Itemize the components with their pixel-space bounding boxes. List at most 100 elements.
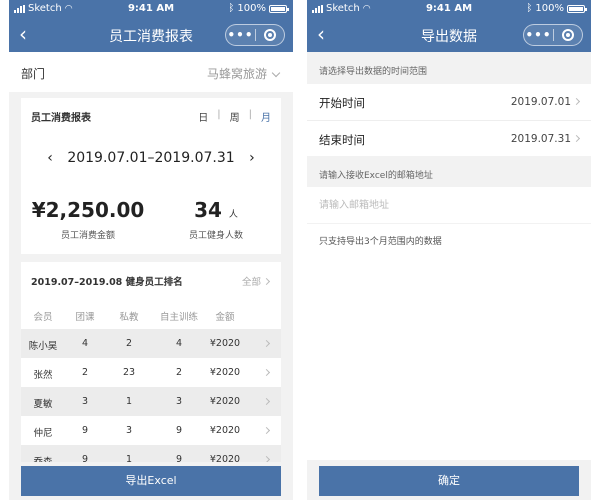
amount-cell: ¥2020 bbox=[209, 338, 241, 349]
close-capsule-button[interactable] bbox=[554, 29, 582, 41]
confirm-button[interactable]: 确定 bbox=[319, 466, 579, 496]
start-time-row[interactable]: 开始时间 2019.07.01 bbox=[307, 84, 591, 120]
export-screen: Sketch ◠ 9:41 AM ᛒ 100% ‹ 导出数据 ••• 请选择导出… bbox=[307, 0, 591, 500]
status-bar: Sketch ◠ 9:41 AM ᛒ 100% bbox=[9, 0, 293, 18]
column-header: 会员 bbox=[33, 312, 53, 323]
amount-value: ¥2,250.00 bbox=[31, 198, 145, 222]
column-header: 团课 bbox=[75, 312, 95, 323]
date-range-text: 2019.07.01–2019.07.31 bbox=[67, 150, 235, 166]
bluetooth-icon: ᛒ bbox=[228, 3, 235, 14]
start-time-value: 2019.07.01 bbox=[510, 96, 571, 108]
group-class-count: 9 bbox=[81, 425, 89, 436]
count-caption: 员工健身人数 bbox=[188, 231, 243, 241]
member-name: 仲尼 bbox=[33, 428, 53, 439]
column-header: 自主训练 bbox=[159, 312, 198, 323]
table-row[interactable]: 仲尼 9 3 9 ¥2020 bbox=[21, 416, 281, 445]
range-note: 只支持导出3个月范围内的数据 bbox=[319, 237, 442, 247]
ranking-title: 2019.07–2019.08 健身员工排名 bbox=[31, 277, 183, 288]
member-name: 夏敏 bbox=[33, 399, 53, 410]
self-training-count: 3 bbox=[175, 396, 183, 407]
column-header: 金额 bbox=[215, 312, 235, 323]
mini-program-capsule: ••• bbox=[225, 24, 285, 46]
chevron-right-icon bbox=[262, 368, 271, 377]
private-class-count: 23 bbox=[122, 367, 136, 378]
chevron-right-icon bbox=[262, 277, 271, 286]
ranking-card: 2019.07–2019.08 健身员工排名 全部 会员 团课 私教 自主训练 … bbox=[21, 262, 281, 462]
status-bar: Sketch ◠ 9:41 AM ᛒ 100% bbox=[307, 0, 591, 18]
top-bar: Sketch ◠ 9:41 AM ᛒ 100% ‹ 导出数据 ••• bbox=[307, 0, 591, 52]
next-period-button[interactable]: › bbox=[239, 150, 265, 166]
private-class-count: 3 bbox=[125, 425, 133, 436]
target-circle-icon bbox=[561, 29, 574, 41]
period-tabs: 日 | 周 | 月 bbox=[198, 109, 271, 124]
chevron-right-icon bbox=[572, 97, 581, 106]
group-class-count: 2 bbox=[81, 367, 89, 378]
date-range: ‹ 2019.07.01–2019.07.31 › bbox=[21, 150, 281, 166]
close-capsule-button[interactable] bbox=[256, 29, 284, 41]
tab-month[interactable]: 月 bbox=[261, 109, 271, 124]
battery-icon bbox=[269, 4, 289, 13]
self-training-count: 2 bbox=[175, 367, 183, 378]
start-time-label: 开始时间 bbox=[319, 96, 365, 110]
member-name: 陈小昊 bbox=[28, 341, 58, 352]
target-circle-icon bbox=[263, 29, 276, 41]
table-header: 会员 团课 私教 自主训练 金额 bbox=[21, 300, 281, 329]
chevron-down-icon bbox=[271, 68, 281, 78]
chevron-right-icon bbox=[572, 134, 581, 143]
prev-period-button[interactable]: ‹ bbox=[37, 150, 63, 166]
email-input[interactable] bbox=[319, 195, 569, 215]
tab-day[interactable]: 日 bbox=[198, 109, 208, 124]
view-all-link[interactable]: 全部 bbox=[242, 274, 271, 288]
report-screen: Sketch ◠ 9:41 AM ᛒ 100% ‹ 员工消费报表 ••• 部门 bbox=[9, 0, 293, 500]
amount-caption: 员工消费金额 bbox=[60, 231, 115, 241]
private-class-count: 1 bbox=[125, 454, 133, 462]
column-header: 私教 bbox=[119, 312, 139, 323]
battery-percent: 100% bbox=[535, 3, 564, 14]
self-training-count: 9 bbox=[175, 425, 183, 436]
more-dots-icon[interactable]: ••• bbox=[524, 28, 553, 42]
group-class-count: 3 bbox=[81, 396, 89, 407]
range-hint: 请选择导出数据的时间范围 bbox=[319, 67, 428, 77]
amount-cell: ¥2020 bbox=[209, 425, 241, 436]
battery-percent: 100% bbox=[237, 3, 266, 14]
chevron-right-icon bbox=[262, 397, 271, 406]
email-field-container bbox=[307, 187, 591, 223]
bluetooth-icon: ᛒ bbox=[526, 3, 533, 14]
department-label: 部门 bbox=[21, 67, 46, 81]
battery-icon bbox=[567, 4, 587, 13]
member-name: 乔森 bbox=[21, 454, 65, 462]
nav-bar: ‹ 导出数据 ••• bbox=[307, 18, 591, 52]
mini-program-capsule: ••• bbox=[523, 24, 583, 46]
summary-card: 员工消费报表 日 | 周 | 月 ‹ 2019.07.01–2019.07.31… bbox=[21, 98, 281, 254]
summary-title: 员工消费报表 bbox=[31, 113, 91, 124]
ranking-table: 会员 团课 私教 自主训练 金额 陈小昊 4 2 4 ¥2020 张然 2 23… bbox=[21, 300, 281, 462]
export-excel-button[interactable]: 导出Excel bbox=[21, 466, 281, 496]
self-training-count: 9 bbox=[175, 454, 183, 462]
count-unit: 人 bbox=[228, 210, 238, 220]
nav-bar: ‹ 员工消费报表 ••• bbox=[9, 18, 293, 52]
top-bar: Sketch ◠ 9:41 AM ᛒ 100% ‹ 员工消费报表 ••• bbox=[9, 0, 293, 52]
chevron-right-icon bbox=[262, 339, 271, 348]
group-class-count: 9 bbox=[81, 454, 89, 462]
table-row[interactable]: 张然 2 23 2 ¥2020 bbox=[21, 358, 281, 387]
end-time-label: 结束时间 bbox=[319, 133, 365, 147]
private-class-count: 1 bbox=[125, 396, 133, 407]
count-value: 34 bbox=[194, 198, 222, 222]
table-row[interactable]: 陈小昊 4 2 4 ¥2020 bbox=[21, 329, 281, 358]
table-row[interactable]: 乔森 9 1 9 ¥2020 bbox=[21, 445, 281, 462]
tab-week[interactable]: 周 bbox=[230, 109, 240, 124]
more-dots-icon[interactable]: ••• bbox=[226, 28, 255, 42]
stat-count: 34 人 员工健身人数 bbox=[151, 198, 281, 241]
table-row[interactable]: 夏敏 3 1 3 ¥2020 bbox=[21, 387, 281, 416]
amount-cell: ¥2020 bbox=[209, 396, 241, 407]
email-hint: 请输入接收Excel的邮箱地址 bbox=[319, 171, 433, 181]
department-selector[interactable]: 部门 马蜂窝旅游 bbox=[9, 52, 293, 92]
department-value: 马蜂窝旅游 bbox=[206, 67, 267, 81]
member-name: 张然 bbox=[33, 370, 53, 381]
note-area: 只支持导出3个月范围内的数据 bbox=[307, 224, 591, 460]
chevron-right-icon bbox=[262, 426, 271, 435]
end-time-value: 2019.07.31 bbox=[510, 133, 571, 145]
end-time-row[interactable]: 结束时间 2019.07.31 bbox=[307, 120, 591, 156]
stat-amount: ¥2,250.00 员工消费金额 bbox=[23, 198, 153, 241]
self-training-count: 4 bbox=[175, 338, 183, 349]
